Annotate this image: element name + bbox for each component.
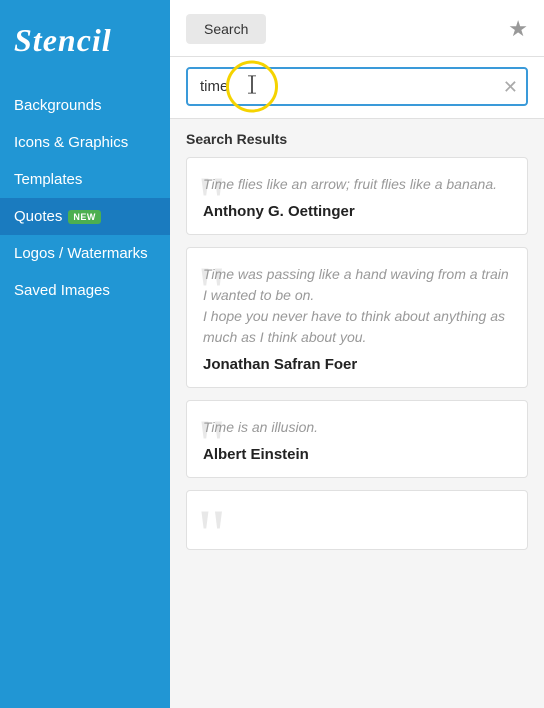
- quote-card-2[interactable]: " Time is an illusion. Albert Einstein: [186, 400, 528, 478]
- app-logo: Stencil: [0, 0, 170, 77]
- quote-author-0: Anthony G. Oettinger: [203, 203, 511, 220]
- quote-card-1[interactable]: " Time was passing like a hand waving fr…: [186, 247, 528, 388]
- search-input[interactable]: [186, 67, 528, 106]
- sidebar-item-saved-images[interactable]: Saved Images: [0, 272, 170, 309]
- clear-search-icon[interactable]: ✕: [503, 78, 518, 96]
- main-content: Search ★ ✕ Search Results " Time flies l…: [170, 0, 544, 708]
- sidebar-item-logos-watermarks[interactable]: Logos / Watermarks: [0, 235, 170, 272]
- topbar: Search ★: [170, 0, 544, 57]
- search-area: ✕: [170, 57, 544, 119]
- quote-mark-bg: ": [197, 499, 226, 550]
- results-area: Search Results " Time flies like an arro…: [170, 119, 544, 708]
- quote-text-1: Time was passing like a hand waving from…: [203, 264, 511, 348]
- results-label: Search Results: [186, 131, 528, 147]
- quote-card-0[interactable]: " Time flies like an arrow; fruit flies …: [186, 157, 528, 235]
- new-badge: NEW: [68, 210, 101, 224]
- sidebar-nav: Backgrounds Icons & Graphics Templates Q…: [0, 87, 170, 309]
- quote-author-1: Jonathan Safran Foer: [203, 356, 511, 373]
- sidebar-item-label: Templates: [14, 171, 82, 188]
- quote-text-0: Time flies like an arrow; fruit flies li…: [203, 174, 511, 195]
- favorites-icon[interactable]: ★: [508, 16, 528, 42]
- sidebar-item-backgrounds[interactable]: Backgrounds: [0, 87, 170, 124]
- sidebar: Stencil Backgrounds Icons & Graphics Tem…: [0, 0, 170, 708]
- sidebar-item-label: Quotes: [14, 208, 62, 225]
- results-outer: Search Results " Time flies like an arro…: [170, 119, 544, 708]
- sidebar-item-quotes[interactable]: Quotes NEW: [0, 198, 170, 235]
- quote-text-2: Time is an illusion.: [203, 417, 511, 438]
- sidebar-item-icons-graphics[interactable]: Icons & Graphics: [0, 124, 170, 161]
- sidebar-item-label: Saved Images: [14, 282, 110, 299]
- sidebar-item-label: Logos / Watermarks: [14, 245, 148, 262]
- sidebar-item-label: Backgrounds: [14, 97, 102, 114]
- search-input-wrapper: ✕: [186, 67, 528, 106]
- sidebar-item-label: Icons & Graphics: [14, 134, 128, 151]
- search-tab-button[interactable]: Search: [186, 14, 266, 44]
- sidebar-item-templates[interactable]: Templates: [0, 161, 170, 198]
- quote-card-3[interactable]: ": [186, 490, 528, 550]
- quote-author-2: Albert Einstein: [203, 446, 511, 463]
